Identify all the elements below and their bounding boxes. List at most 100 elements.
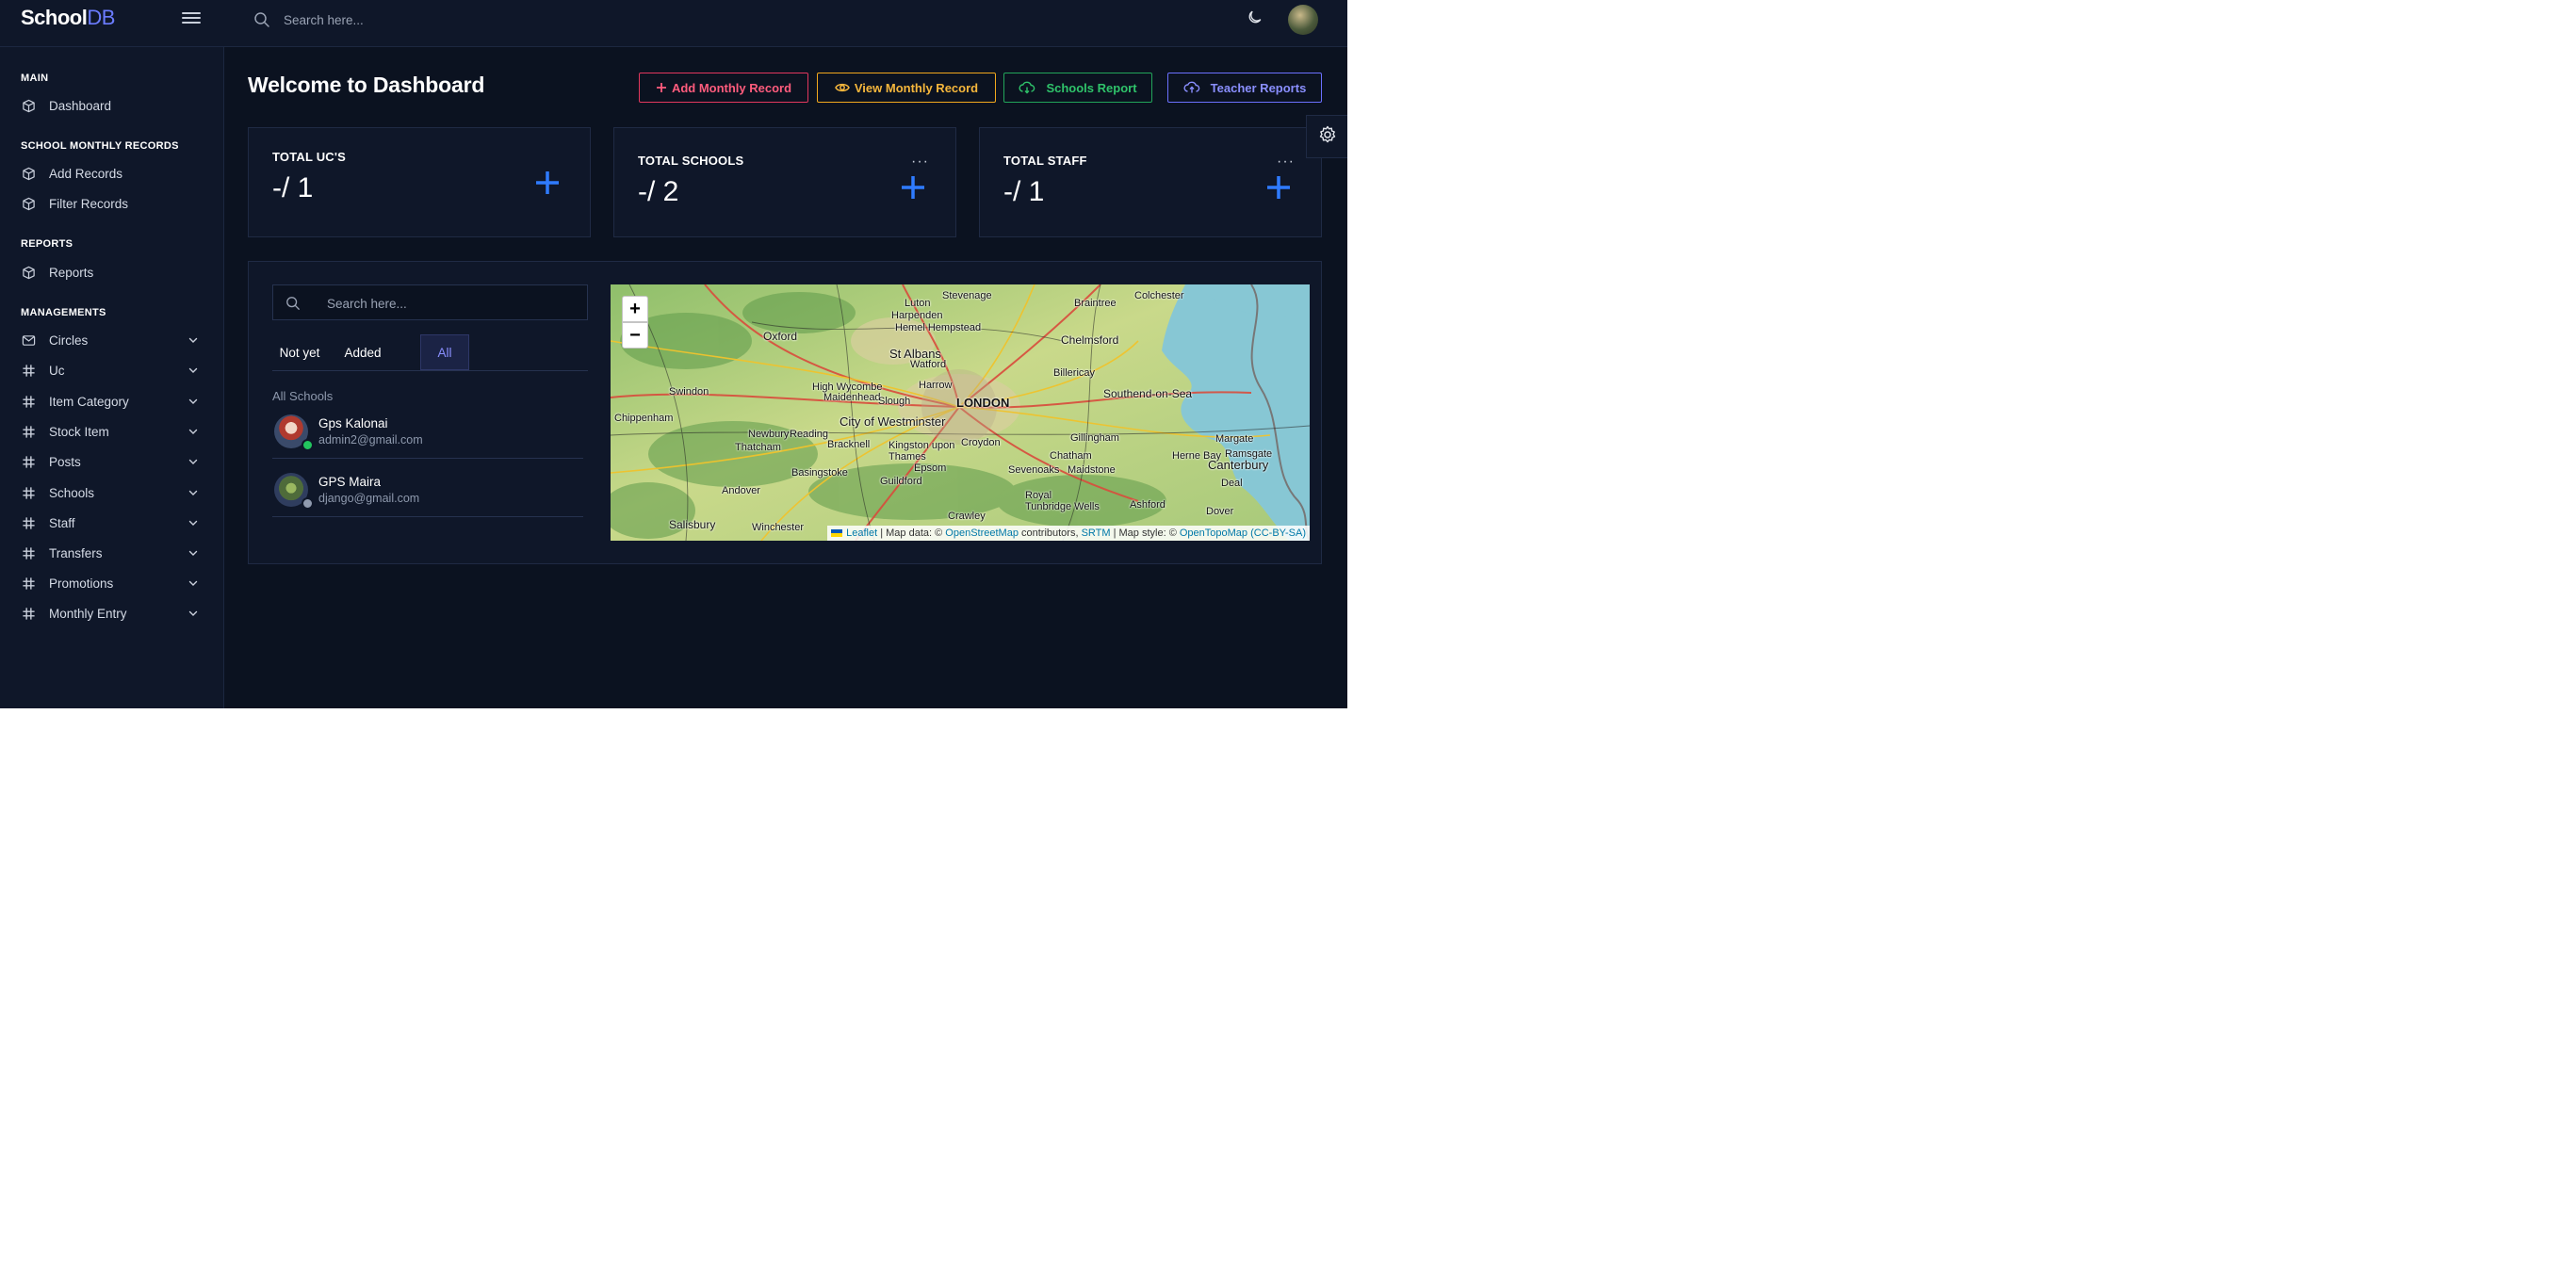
settings-toggle[interactable]: [1306, 115, 1347, 158]
chevron-down-icon: [187, 576, 200, 590]
stat-card-schools: ··· TOTAL SCHOOLS -/ 2: [613, 127, 956, 237]
school-list-item[interactable]: Gps Kalonai admin2@gmail.com: [272, 401, 583, 459]
sidebar-item-staff[interactable]: Staff: [21, 511, 200, 534]
sidebar-item-add-records[interactable]: Add Records: [21, 162, 200, 185]
map-label: Colchester: [1134, 290, 1184, 301]
teacher-reports-button[interactable]: Teacher Reports: [1167, 73, 1322, 103]
tab-added[interactable]: Added: [335, 334, 390, 370]
sidebar-item-dashboard[interactable]: Dashboard: [21, 94, 200, 117]
moon-icon[interactable]: [1247, 8, 1264, 25]
zoom-in-button[interactable]: +: [622, 296, 648, 322]
chevron-down-icon: [187, 546, 200, 560]
online-status-dot: [302, 439, 314, 451]
sidebar-item-label: Posts: [49, 454, 81, 469]
map-label: Hemel Hempstead: [895, 322, 982, 333]
map-label: Chelmsford: [1061, 333, 1119, 347]
zoom-out-button[interactable]: −: [622, 322, 648, 349]
menu-toggle-icon[interactable]: [182, 9, 201, 28]
school-name: GPS Maira: [318, 475, 382, 489]
opentopomap-link[interactable]: OpenTopoMap: [1180, 528, 1247, 539]
leaflet-link[interactable]: Leaflet: [846, 528, 877, 539]
sidebar-item-label: Staff: [49, 515, 75, 530]
button-label: Teacher Reports: [1210, 80, 1307, 95]
grid-icon: [21, 606, 36, 621]
sidebar-item-label: Circles: [49, 333, 89, 348]
sidebar-item-label: Stock Item: [49, 424, 109, 439]
plus-icon: [656, 82, 667, 93]
map-label: Oxford: [763, 330, 798, 343]
more-options-icon[interactable]: ···: [911, 154, 929, 170]
offline-status-dot: [302, 497, 314, 510]
school-list-item[interactable]: GPS Maira django@gmail.com: [272, 460, 583, 517]
sidebar-item-reports[interactable]: Reports: [21, 261, 200, 284]
cube-icon: [21, 265, 36, 280]
sidebar-item-item-category[interactable]: Item Category: [21, 390, 200, 413]
schools-panel: Not yet Added All All Schools Gps Kalona…: [248, 261, 1322, 564]
chevron-down-icon: [187, 333, 200, 347]
schools-report-button[interactable]: Schools Report: [1003, 73, 1152, 103]
map-label: Thatcham: [735, 442, 781, 453]
grid-icon: [21, 424, 36, 439]
sidebar-item-monthly-entry[interactable]: Monthly Entry: [21, 602, 200, 625]
sidebar-item-posts[interactable]: Posts: [21, 450, 200, 473]
map-label: Bracknell: [827, 439, 871, 450]
sidebar-item-uc[interactable]: Uc: [21, 359, 200, 381]
brand-logo[interactable]: SchoolDB: [21, 6, 115, 30]
sidebar-item-label: Promotions: [49, 576, 114, 591]
plus-icon[interactable]: [1264, 173, 1293, 202]
mail-icon: [21, 333, 36, 348]
search-icon: [285, 296, 301, 311]
sidebar: SchoolDB MAIN Dashboard SCHOOL MONTHLY R…: [0, 0, 224, 708]
school-search-input[interactable]: [325, 293, 574, 314]
view-monthly-record-button[interactable]: View Monthly Record: [817, 73, 996, 103]
license-link[interactable]: (CC-BY-SA): [1250, 528, 1306, 539]
sidebar-item-circles[interactable]: Circles: [21, 329, 200, 351]
map-label: Gillingham: [1070, 432, 1119, 444]
srtm-link[interactable]: SRTM: [1082, 528, 1111, 539]
gear-icon: [1318, 125, 1337, 149]
map-label: Southend-on-Sea: [1103, 387, 1193, 400]
map-label: Basingstoke: [791, 467, 848, 479]
cube-icon: [21, 166, 36, 181]
more-options-icon[interactable]: ···: [1277, 154, 1295, 170]
button-label: View Monthly Record: [854, 80, 979, 95]
button-label: Add Monthly Record: [671, 80, 792, 95]
school-name: Gps Kalonai: [318, 416, 388, 430]
search-input[interactable]: [282, 8, 662, 31]
tab-all[interactable]: All: [420, 334, 469, 370]
map-label: Harrow: [919, 380, 953, 391]
card-title: TOTAL SCHOOLS: [638, 154, 744, 168]
app-window: SchoolDB MAIN Dashboard SCHOOL MONTHLY R…: [0, 0, 1347, 708]
card-value: -/ 2: [638, 176, 679, 207]
map-label: Harpenden: [891, 310, 943, 321]
openstreetmap-link[interactable]: OpenStreetMap: [945, 528, 1019, 539]
sidebar-item-stock-item[interactable]: Stock Item: [21, 420, 200, 443]
chevron-down-icon: [187, 395, 200, 408]
tab-not-yet[interactable]: Not yet: [272, 334, 327, 370]
chevron-down-icon: [187, 486, 200, 499]
plus-icon[interactable]: [899, 173, 927, 202]
school-search-box: [272, 284, 588, 320]
grid-icon: [21, 545, 36, 560]
map-view[interactable]: + − Colchester Braintree Stevenage Luton…: [611, 284, 1310, 541]
map-label: Andover: [722, 485, 760, 496]
section-title-main: MAIN: [21, 73, 49, 84]
brand-name: School: [21, 6, 88, 29]
school-email: admin2@gmail.com: [318, 433, 423, 446]
chevron-down-icon: [187, 364, 200, 377]
sidebar-item-schools[interactable]: Schools: [21, 481, 200, 504]
stat-card-ucs: TOTAL UC'S -/ 1: [248, 127, 591, 237]
chevron-down-icon: [187, 425, 200, 438]
chevron-down-icon: [187, 455, 200, 468]
section-title-reports: REPORTS: [21, 238, 73, 250]
sidebar-item-transfers[interactable]: Transfers: [21, 542, 200, 564]
sidebar-item-filter-records[interactable]: Filter Records: [21, 192, 200, 215]
sidebar-item-promotions[interactable]: Promotions: [21, 572, 200, 594]
user-avatar[interactable]: [1288, 5, 1318, 35]
map-label: Reading: [790, 429, 828, 440]
plus-icon[interactable]: [533, 169, 562, 197]
map-label: Dover: [1206, 506, 1234, 517]
add-monthly-record-button[interactable]: Add Monthly Record: [639, 73, 808, 103]
sidebar-item-label: Filter Records: [49, 196, 129, 211]
map-attribution: Leaflet | Map data: © OpenStreetMap cont…: [827, 526, 1310, 541]
